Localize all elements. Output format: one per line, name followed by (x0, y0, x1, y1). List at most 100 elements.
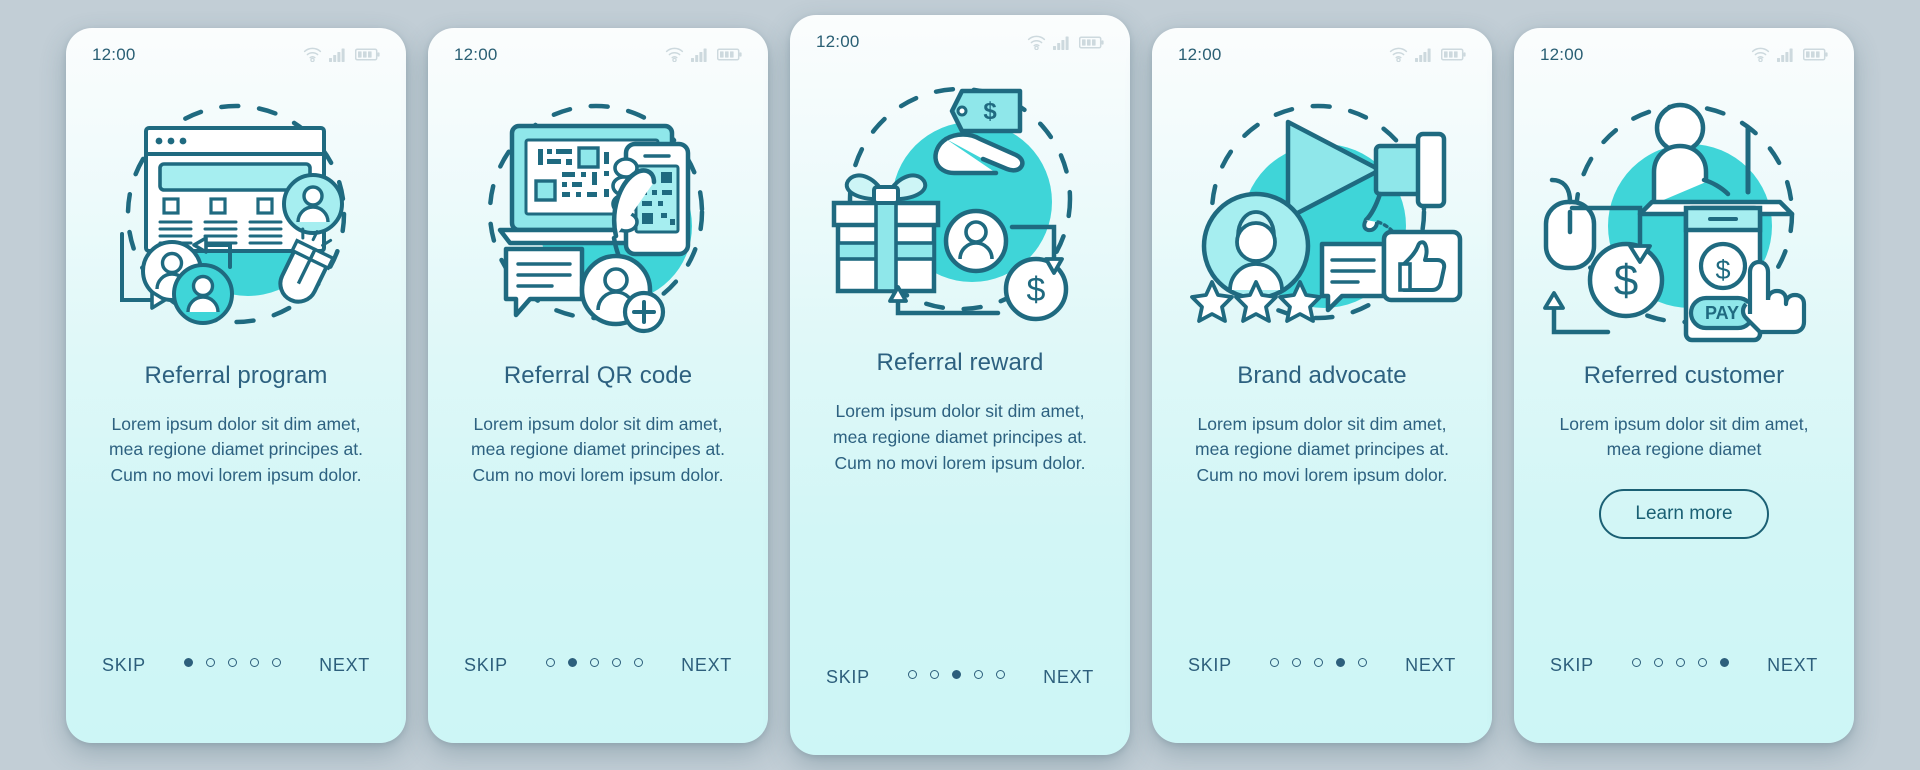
battery-icon (355, 47, 380, 62)
onboarding-screen-brand-advocate: 12:00 Brand advocate Lorem ipsum dolor s… (1152, 27, 1492, 743)
learn-more-button[interactable]: Learn more (1599, 489, 1769, 540)
page-dot[interactable] (1632, 657, 1641, 667)
screen-copy: Referral program Lorem ipsum dolor sit d… (66, 352, 406, 635)
screen-copy: Referred customer Lorem ipsum dolor sit … (1514, 352, 1854, 635)
page-dot[interactable] (930, 670, 939, 679)
page-indicator-dots (1632, 653, 1729, 667)
referral-program-illustration (66, 82, 406, 352)
status-bar-icons (1389, 47, 1466, 62)
page-dot[interactable] (1676, 657, 1685, 667)
status-bar: 12:00 (1152, 28, 1492, 82)
status-bar: 12:00 (428, 28, 768, 82)
svg-text:$: $ (1614, 256, 1638, 305)
page-description: Lorem ipsum dolor sit dim amet, mea regi… (1559, 413, 1809, 460)
skip-button[interactable]: SKIP (1546, 653, 1598, 678)
wifi-icon (1389, 47, 1408, 62)
page-description: Lorem ipsum dolor sit dim amet, mea regi… (471, 413, 725, 486)
svg-text:$: $ (1715, 255, 1730, 285)
status-bar: 12:00 (66, 28, 406, 82)
referral-qr-code-illustration (428, 82, 768, 352)
page-dot[interactable] (250, 657, 259, 667)
next-button[interactable]: NEXT (677, 653, 736, 678)
page-dot[interactable] (1720, 657, 1729, 667)
next-button[interactable]: NEXT (1039, 665, 1098, 690)
status-bar-clock: 12:00 (92, 44, 136, 64)
page-dot[interactable] (908, 670, 917, 679)
page-dot[interactable] (1292, 657, 1301, 667)
page-title: Referral reward (876, 349, 1044, 376)
onboarding-screen-referral-program: 12:00 Referral program Lorem ipsum dolor… (66, 27, 406, 743)
brand-advocate-illustration (1152, 82, 1492, 352)
referral-reward-illustration: $ $ (790, 69, 1130, 339)
page-dot[interactable] (206, 657, 215, 667)
skip-button[interactable]: SKIP (98, 653, 150, 678)
page-dot[interactable] (634, 657, 643, 667)
page-indicator-dots (546, 653, 643, 667)
battery-icon (1079, 35, 1104, 50)
onboarding-nav: SKIP NEXT (428, 635, 768, 743)
page-dot[interactable] (974, 670, 983, 679)
page-description: Lorem ipsum dolor sit dim amet, mea regi… (833, 401, 1087, 473)
svg-text:PAY: PAY (1705, 303, 1739, 323)
page-indicator-dots (908, 665, 1005, 679)
status-bar-icons (1027, 35, 1104, 50)
screen-copy: Referral QR code Lorem ipsum dolor sit d… (428, 352, 768, 635)
page-dot[interactable] (568, 657, 577, 667)
page-dot[interactable] (272, 657, 281, 667)
cellular-signal-icon (691, 47, 710, 62)
page-dot[interactable] (590, 657, 599, 667)
next-button[interactable]: NEXT (1763, 653, 1822, 678)
onboarding-nav: SKIP NEXT (1152, 635, 1492, 743)
page-title: Brand advocate (1237, 361, 1407, 389)
onboarding-screen-referral-reward: 12:00 $ $ Referral reward Lorem ipsum do… (790, 15, 1130, 755)
cellular-signal-icon (1053, 35, 1072, 50)
page-title: Referral QR code (503, 361, 693, 389)
page-dot[interactable] (1698, 657, 1707, 667)
onboarding-screen-referral-qr-code: 12:00 Referral QR code Lorem ipsum dolor… (428, 27, 768, 743)
status-bar-icons (303, 47, 380, 62)
page-title: Referral program (144, 361, 328, 389)
battery-icon (1441, 47, 1466, 62)
onboarding-screen-referred-customer: 12:00 $ $ PAY Referred customer Lorem ip… (1514, 27, 1854, 743)
page-indicator-dots (184, 653, 281, 667)
page-dot[interactable] (612, 657, 621, 667)
page-dot[interactable] (1358, 657, 1367, 667)
wifi-icon (1751, 47, 1770, 62)
page-dot[interactable] (228, 657, 237, 667)
onboarding-nav: SKIP NEXT (790, 647, 1130, 755)
page-dot[interactable] (1654, 657, 1663, 667)
screen-copy: Referral reward Lorem ipsum dolor sit di… (790, 339, 1130, 647)
battery-icon (717, 47, 742, 62)
page-description: Lorem ipsum dolor sit dim amet, mea regi… (1195, 413, 1449, 486)
skip-button[interactable]: SKIP (460, 653, 512, 678)
wifi-icon (1027, 35, 1046, 50)
status-bar-icons (1751, 47, 1828, 62)
status-bar-clock: 12:00 (1178, 44, 1222, 64)
page-dot[interactable] (184, 657, 193, 667)
cellular-signal-icon (1415, 47, 1434, 62)
page-dot[interactable] (1336, 657, 1345, 667)
cellular-signal-icon (329, 47, 348, 62)
cellular-signal-icon (1777, 47, 1796, 62)
status-bar: 12:00 (1514, 28, 1854, 82)
skip-button[interactable]: SKIP (1184, 653, 1236, 678)
next-button[interactable]: NEXT (1401, 653, 1460, 678)
svg-text:$: $ (1027, 271, 1046, 309)
svg-text:$: $ (983, 98, 997, 125)
onboarding-screens-stage: 12:00 Referral program Lorem ipsum dolor… (0, 0, 1920, 770)
wifi-icon (665, 47, 684, 62)
status-bar-clock: 12:00 (816, 32, 860, 51)
status-bar-clock: 12:00 (1540, 44, 1584, 64)
onboarding-nav: SKIP NEXT (66, 635, 406, 743)
page-dot[interactable] (996, 670, 1005, 679)
skip-button[interactable]: SKIP (822, 665, 874, 690)
page-dot[interactable] (1314, 657, 1323, 667)
wifi-icon (303, 47, 322, 62)
page-dot[interactable] (1270, 657, 1279, 667)
status-bar-icons (665, 47, 742, 62)
next-button[interactable]: NEXT (315, 653, 374, 678)
page-dot[interactable] (952, 670, 961, 679)
page-indicator-dots (1270, 653, 1367, 667)
page-description: Lorem ipsum dolor sit dim amet, mea regi… (109, 413, 363, 486)
page-dot[interactable] (546, 657, 555, 667)
